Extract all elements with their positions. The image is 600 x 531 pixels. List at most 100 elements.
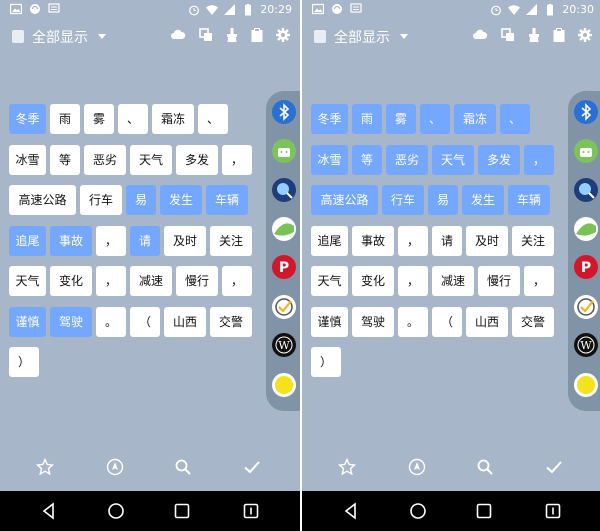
- word-chip[interactable]: 行车: [382, 185, 424, 215]
- home-icon[interactable]: [107, 502, 125, 520]
- android-green-icon[interactable]: [271, 138, 297, 164]
- yellow-sun-icon[interactable]: [271, 372, 297, 398]
- word-chip[interactable]: ，: [222, 145, 252, 175]
- word-chip[interactable]: 、: [500, 104, 530, 134]
- word-chip[interactable]: 霜冻: [152, 104, 194, 134]
- word-chip[interactable]: 天气: [432, 145, 474, 175]
- compass-icon[interactable]: [408, 458, 426, 476]
- menu-icon[interactable]: [544, 502, 562, 520]
- copy-icon[interactable]: [199, 28, 213, 42]
- back-icon[interactable]: [342, 502, 360, 520]
- word-chip[interactable]: 等: [352, 145, 382, 175]
- word-chip[interactable]: 驾驶: [50, 307, 92, 337]
- chevron-down-icon[interactable]: [98, 34, 106, 39]
- brush-icon[interactable]: [226, 28, 238, 42]
- app-icon[interactable]: [314, 30, 326, 43]
- word-chip[interactable]: 关注: [512, 226, 554, 256]
- check-icon[interactable]: [545, 458, 563, 476]
- word-chip[interactable]: 易: [126, 185, 156, 215]
- word-chip[interactable]: （: [432, 307, 462, 337]
- word-chip[interactable]: 减速: [130, 266, 172, 296]
- cloud-icon[interactable]: [472, 28, 488, 42]
- word-chip[interactable]: ，: [398, 266, 428, 296]
- checklist-icon[interactable]: [573, 294, 599, 320]
- word-chip[interactable]: 车辆: [508, 185, 550, 215]
- word-chip[interactable]: 冰雪: [9, 145, 46, 175]
- android-icon[interactable]: [573, 216, 599, 242]
- browser-search-icon[interactable]: [573, 177, 599, 203]
- check-icon[interactable]: [243, 458, 261, 476]
- word-chip[interactable]: 冬季: [311, 104, 348, 134]
- bluetooth-icon[interactable]: [573, 99, 599, 125]
- android-icon[interactable]: [271, 216, 297, 242]
- word-chip[interactable]: （: [130, 307, 160, 337]
- word-chip[interactable]: 变化: [50, 266, 92, 296]
- word-chip[interactable]: 减速: [432, 266, 474, 296]
- chevron-down-icon[interactable]: [400, 34, 408, 39]
- word-chip[interactable]: 霜冻: [454, 104, 496, 134]
- filter-dropdown-label[interactable]: 全部显示: [334, 27, 390, 47]
- brush-icon[interactable]: [528, 28, 540, 42]
- pinterest-icon[interactable]: P: [573, 254, 599, 280]
- word-chip[interactable]: 谨慎: [311, 307, 348, 337]
- word-chip[interactable]: ）: [9, 347, 39, 377]
- word-chip[interactable]: 多发: [478, 145, 520, 175]
- word-chip[interactable]: 事故: [50, 226, 92, 256]
- word-chip[interactable]: ，: [222, 266, 252, 296]
- word-chip[interactable]: 关注: [210, 226, 252, 256]
- word-chip[interactable]: ，: [398, 226, 428, 256]
- word-chip[interactable]: ）: [311, 347, 341, 377]
- word-chip[interactable]: 追尾: [311, 226, 348, 256]
- star-icon[interactable]: [338, 458, 356, 476]
- word-chip[interactable]: 发生: [160, 185, 202, 215]
- word-chip[interactable]: ，: [524, 145, 554, 175]
- word-chip[interactable]: 天气: [311, 266, 348, 296]
- word-chip[interactable]: ，: [96, 266, 126, 296]
- bluetooth-icon[interactable]: [271, 99, 297, 125]
- word-chip[interactable]: 等: [50, 145, 80, 175]
- word-chip[interactable]: 及时: [164, 226, 206, 256]
- word-chip[interactable]: 交警: [210, 307, 252, 337]
- word-chip[interactable]: 雨: [352, 104, 382, 134]
- filter-dropdown-label[interactable]: 全部显示: [32, 27, 88, 47]
- w-app-icon[interactable]: W: [271, 332, 297, 358]
- word-chip[interactable]: 恶劣: [84, 145, 126, 175]
- word-chip[interactable]: 山西: [164, 307, 206, 337]
- word-chip[interactable]: 谨慎: [9, 307, 46, 337]
- word-chip[interactable]: 请: [130, 226, 160, 256]
- home-icon[interactable]: [409, 502, 427, 520]
- copy-icon[interactable]: [501, 28, 515, 42]
- yellow-sun-icon[interactable]: [573, 372, 599, 398]
- word-chip[interactable]: 事故: [352, 226, 394, 256]
- gear-icon[interactable]: [578, 28, 592, 42]
- word-chip[interactable]: 冰雪: [311, 145, 348, 175]
- recents-icon[interactable]: [475, 502, 493, 520]
- browser-search-icon[interactable]: [271, 177, 297, 203]
- word-chip[interactable]: 雾: [84, 104, 114, 134]
- compass-icon[interactable]: [106, 458, 124, 476]
- word-chip[interactable]: 天气: [130, 145, 172, 175]
- gear-icon[interactable]: [276, 28, 290, 42]
- word-chip[interactable]: 。: [96, 307, 126, 337]
- back-icon[interactable]: [40, 502, 58, 520]
- word-chip[interactable]: 变化: [352, 266, 394, 296]
- word-chip[interactable]: 多发: [176, 145, 218, 175]
- recents-icon[interactable]: [173, 502, 191, 520]
- word-chip[interactable]: 天气: [9, 266, 46, 296]
- word-chip[interactable]: 、: [420, 104, 450, 134]
- word-chip[interactable]: 、: [198, 104, 228, 134]
- word-chip[interactable]: 易: [428, 185, 458, 215]
- word-chip[interactable]: 慢行: [176, 266, 218, 296]
- word-chip[interactable]: 雨: [50, 104, 80, 134]
- word-chip[interactable]: 交警: [512, 307, 554, 337]
- w-app-icon[interactable]: W: [573, 332, 599, 358]
- word-chip[interactable]: 高速公路: [9, 185, 76, 215]
- clipboard-icon[interactable]: [553, 28, 565, 42]
- word-chip[interactable]: 恶劣: [386, 145, 428, 175]
- word-chip[interactable]: 驾驶: [352, 307, 394, 337]
- word-chip[interactable]: 行车: [80, 185, 122, 215]
- word-chip[interactable]: 高速公路: [311, 185, 378, 215]
- word-chip[interactable]: 追尾: [9, 226, 46, 256]
- word-chip[interactable]: 车辆: [206, 185, 248, 215]
- word-chip[interactable]: 雾: [386, 104, 416, 134]
